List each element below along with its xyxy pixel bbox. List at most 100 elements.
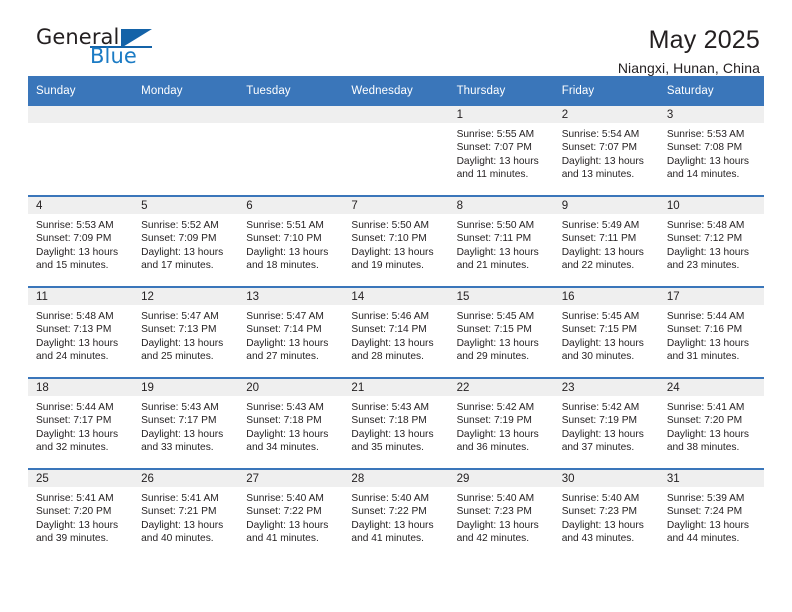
calendar-day-cell[interactable]: 4 Sunrise: 5:53 AM Sunset: 7:09 PM Daylight… [28, 195, 134, 287]
calendar-week-row: 18 Sunrise: 5:44 AM Sunset: 7:17 PM Dayligh… [28, 377, 764, 469]
daylight-text: Daylight: 13 hours and 19 minutes. [351, 246, 434, 272]
day-detail: Sunrise: 5:55 AM Sunset: 7:07 PM Daylight:… [449, 123, 554, 182]
calendar-day-cell[interactable]: 22 Sunrise: 5:42 AM Sunset: 7:19 PM Dayligh… [448, 377, 554, 469]
calendar-day-cell[interactable]: 24 Sunrise: 5:41 AM Sunset: 7:20 PM Dayligh… [658, 377, 764, 469]
calendar-day-cell[interactable]: 17 Sunrise: 5:44 AM Sunset: 7:16 PM Dayligh… [658, 286, 764, 378]
sunrise-text: Sunrise: 5:44 AM [36, 402, 114, 413]
calendar-day-cell[interactable]: 11 Sunrise: 5:48 AM Sunset: 7:13 PM Dayligh… [28, 286, 134, 378]
sunset-text: Sunset: 7:22 PM [351, 506, 427, 518]
calendar-day-cell[interactable]: 18 Sunrise: 5:44 AM Sunset: 7:17 PM Dayligh… [28, 377, 134, 469]
calendar-day-cell[interactable]: 7 Sunrise: 5:50 AM Sunset: 7:10 PM Daylight… [343, 195, 449, 287]
daylight-text: Daylight: 13 hours and 30 minutes. [561, 337, 644, 363]
day-detail: Sunrise: 5:51 AM Sunset: 7:10 PM Daylight:… [238, 214, 343, 273]
calendar-day-cell[interactable]: 15 Sunrise: 5:45 AM Sunset: 7:15 PM Dayligh… [448, 286, 554, 378]
daylight-text: Daylight: 13 hours and 15 minutes. [36, 246, 119, 272]
daylight-text: Daylight: 13 hours and 37 minutes. [561, 428, 644, 454]
calendar-week-row: 11 Sunrise: 5:48 AM Sunset: 7:13 PM Dayligh… [28, 286, 764, 378]
day-detail: Sunrise: 5:41 AM Sunset: 7:20 PM Daylight:… [28, 487, 133, 546]
sunset-text: Sunset: 7:09 PM [36, 233, 112, 245]
daylight-text: Daylight: 13 hours and 35 minutes. [351, 428, 434, 454]
calendar-day-cell[interactable]: 25 Sunrise: 5:41 AM Sunset: 7:20 PM Dayligh… [28, 468, 134, 559]
calendar-page: General Blue May 2025 Niangxi, Hunan, Ch… [0, 0, 792, 612]
brand-logo[interactable]: General Blue [28, 26, 168, 72]
calendar-day-cell[interactable]: 28 Sunrise: 5:40 AM Sunset: 7:22 PM Dayligh… [343, 468, 449, 559]
day-number: 7 [343, 198, 449, 214]
day-detail: Sunrise: 5:52 AM Sunset: 7:09 PM Daylight:… [133, 214, 238, 273]
sunset-text: Sunset: 7:11 PM [561, 233, 637, 245]
page-title: May 2025 [648, 26, 760, 54]
day-detail: Sunrise: 5:41 AM Sunset: 7:21 PM Daylight:… [133, 487, 238, 546]
calendar-day-cell[interactable]: 30 Sunrise: 5:40 AM Sunset: 7:23 PM Dayligh… [553, 468, 659, 559]
sunrise-text: Sunrise: 5:50 AM [456, 220, 535, 231]
day-detail: Sunrise: 5:40 AM Sunset: 7:23 PM Daylight:… [554, 487, 659, 546]
sunset-text: Sunset: 7:08 PM [666, 142, 743, 154]
day-detail: Sunrise: 5:41 AM Sunset: 7:20 PM Daylight:… [659, 396, 764, 455]
sunrise-text: Sunrise: 5:49 AM [561, 220, 640, 231]
daylight-text: Daylight: 13 hours and 41 minutes. [351, 519, 434, 545]
calendar-day-cell[interactable]: 29 Sunrise: 5:40 AM Sunset: 7:23 PM Dayligh… [448, 468, 554, 559]
calendar-day-cell[interactable]: 21 Sunrise: 5:43 AM Sunset: 7:18 PM Dayligh… [343, 377, 449, 469]
sunset-text: Sunset: 7:15 PM [456, 324, 532, 336]
calendar-day-cell[interactable]: 2 Sunrise: 5:54 AM Sunset: 7:07 PM Daylight… [553, 106, 659, 196]
day-number: 5 [133, 198, 239, 214]
weekday-header-wednesday: Wednesday [343, 76, 449, 106]
weekday-header-thursday: Thursday [448, 76, 554, 106]
day-detail: Sunrise: 5:46 AM Sunset: 7:14 PM Daylight:… [343, 305, 448, 364]
calendar-day-cell-empty [133, 106, 239, 196]
calendar-day-cell[interactable]: 8 Sunrise: 5:50 AM Sunset: 7:11 PM Daylight… [448, 195, 554, 287]
sunset-text: Sunset: 7:09 PM [141, 233, 217, 245]
calendar-day-cell[interactable]: 19 Sunrise: 5:43 AM Sunset: 7:17 PM Dayligh… [133, 377, 239, 469]
calendar-day-cell[interactable]: 12 Sunrise: 5:47 AM Sunset: 7:13 PM Dayligh… [133, 286, 239, 378]
sunset-text: Sunset: 7:21 PM [141, 506, 217, 518]
day-number: 28 [343, 471, 449, 487]
sunset-text: Sunset: 7:12 PM [666, 233, 743, 245]
calendar-day-cell[interactable]: 27 Sunrise: 5:40 AM Sunset: 7:22 PM Dayligh… [238, 468, 344, 559]
sunset-text: Sunset: 7:15 PM [561, 324, 638, 336]
calendar-day-cell[interactable]: 10 Sunrise: 5:48 AM Sunset: 7:12 PM Dayligh… [658, 195, 764, 287]
day-number: 21 [343, 380, 449, 396]
calendar-day-cell[interactable]: 14 Sunrise: 5:46 AM Sunset: 7:14 PM Dayligh… [343, 286, 449, 378]
day-number: 25 [28, 471, 134, 487]
calendar-day-cell[interactable]: 16 Sunrise: 5:45 AM Sunset: 7:15 PM Dayligh… [553, 286, 659, 378]
weekday-header-tuesday: Tuesday [238, 76, 344, 106]
sunset-text: Sunset: 7:19 PM [456, 415, 532, 427]
sunset-text: Sunset: 7:24 PM [666, 506, 743, 518]
calendar-day-cell[interactable]: 20 Sunrise: 5:43 AM Sunset: 7:18 PM Dayligh… [238, 377, 344, 469]
daylight-text: Daylight: 13 hours and 43 minutes. [561, 519, 644, 545]
day-number: 14 [343, 289, 449, 305]
calendar-day-cell[interactable]: 9 Sunrise: 5:49 AM Sunset: 7:11 PM Daylight… [553, 195, 659, 287]
calendar-day-cell[interactable]: 26 Sunrise: 5:41 AM Sunset: 7:21 PM Dayligh… [133, 468, 239, 559]
day-number: 1 [448, 106, 554, 123]
calendar-day-cell[interactable]: 1 Sunrise: 5:55 AM Sunset: 7:07 PM Daylight… [448, 106, 554, 196]
day-detail: Sunrise: 5:42 AM Sunset: 7:19 PM Daylight:… [554, 396, 659, 455]
day-detail: Sunrise: 5:42 AM Sunset: 7:19 PM Daylight:… [449, 396, 554, 455]
calendar-day-cell-empty [343, 106, 449, 196]
calendar-day-cell[interactable]: 31 Sunrise: 5:39 AM Sunset: 7:24 PM Dayligh… [658, 468, 764, 559]
daylight-text: Daylight: 13 hours and 42 minutes. [456, 519, 539, 545]
daylight-text: Daylight: 13 hours and 21 minutes. [456, 246, 539, 272]
day-detail: Sunrise: 5:54 AM Sunset: 7:07 PM Daylight:… [554, 123, 659, 182]
day-detail: Sunrise: 5:43 AM Sunset: 7:18 PM Daylight:… [343, 396, 448, 455]
sunset-text: Sunset: 7:11 PM [456, 233, 532, 245]
day-number: 17 [658, 289, 764, 305]
daylight-text: Daylight: 13 hours and 39 minutes. [36, 519, 119, 545]
daylight-text: Daylight: 13 hours and 34 minutes. [246, 428, 329, 454]
day-detail: Sunrise: 5:43 AM Sunset: 7:18 PM Daylight:… [238, 396, 343, 455]
calendar-day-cell[interactable]: 23 Sunrise: 5:42 AM Sunset: 7:19 PM Dayligh… [553, 377, 659, 469]
sunrise-text: Sunrise: 5:55 AM [456, 129, 535, 140]
calendar-day-cell[interactable]: 5 Sunrise: 5:52 AM Sunset: 7:09 PM Daylight… [133, 195, 239, 287]
sunset-text: Sunset: 7:19 PM [561, 415, 638, 427]
sunrise-text: Sunrise: 5:48 AM [666, 220, 745, 231]
weekday-header-friday: Friday [553, 76, 659, 106]
day-number: 2 [553, 106, 659, 123]
day-number: 13 [238, 289, 344, 305]
calendar-day-cell[interactable]: 6 Sunrise: 5:51 AM Sunset: 7:10 PM Daylight… [238, 195, 344, 287]
daylight-text: Daylight: 13 hours and 33 minutes. [141, 428, 224, 454]
daylight-text: Daylight: 13 hours and 27 minutes. [246, 337, 329, 363]
day-number: 6 [238, 198, 344, 214]
calendar-day-cell[interactable]: 3 Sunrise: 5:53 AM Sunset: 7:08 PM Daylight… [658, 106, 764, 196]
sunset-text: Sunset: 7:13 PM [36, 324, 112, 336]
calendar-day-cell[interactable]: 13 Sunrise: 5:47 AM Sunset: 7:14 PM Dayligh… [238, 286, 344, 378]
sunrise-text: Sunrise: 5:48 AM [36, 311, 114, 322]
sunrise-text: Sunrise: 5:40 AM [561, 493, 640, 504]
